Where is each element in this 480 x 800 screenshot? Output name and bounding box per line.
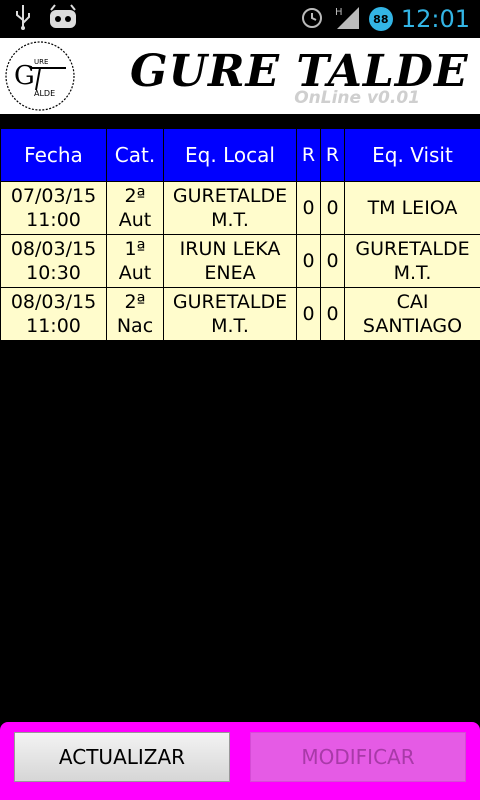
usb-icon [14,4,32,34]
svg-text:G: G [14,61,35,91]
date-cell: 07/03/15 11:00 [0,181,107,235]
table-row[interactable]: 08/03/15 11:00 2ª Nac GURETALDE M.T. 0 0 CA… [0,287,480,341]
signal-icon: H [333,4,361,34]
category-cell: 2ª Aut [106,181,164,235]
away-team-cell: CAI SANTIAGO [344,287,480,341]
update-button[interactable]: ACTUALIZAR [14,732,230,782]
away-result-cell: 0 [320,287,345,341]
app-header: G ALDE URE GURE TALDE OnLine v0.01 [0,38,480,114]
table-header-row: Fecha Cat. Eq. Local R R Eq. Visit [0,128,480,182]
clock: 12:01 [400,5,470,33]
column-header-home-team: Eq. Local [163,128,297,182]
android-icon [48,4,78,34]
date-cell: 08/03/15 11:00 [0,287,107,341]
svg-text:H: H [335,7,343,18]
home-result-cell: 0 [296,287,321,341]
column-header-category: Cat. [106,128,164,182]
svg-text:ALDE: ALDE [34,89,55,98]
away-team-cell: GURETALDE M.T. [344,234,480,288]
home-result-cell: 0 [296,181,321,235]
category-cell: 2ª Nac [106,287,164,341]
away-result-cell: 0 [320,234,345,288]
category-cell: 1ª Aut [106,234,164,288]
battery-icon: 88 [368,7,393,31]
home-team-cell: IRUN LEKA ENEA [163,234,297,288]
away-result-cell: 0 [320,181,345,235]
column-header-home-result: R [296,128,321,182]
bottom-action-bar: ACTUALIZAR MODIFICAR [0,722,480,800]
column-header-away-result: R [320,128,345,182]
column-header-away-team: Eq. Visit [344,128,480,182]
date-cell: 08/03/15 10:30 [0,234,107,288]
column-header-date: Fecha [0,128,107,182]
away-team-cell: TM LEIOA [344,181,480,235]
team-logo: G ALDE URE [4,40,76,112]
home-result-cell: 0 [296,234,321,288]
svg-text:URE: URE [34,58,48,66]
home-team-cell: GURETALDE M.T. [163,181,297,235]
table-row[interactable]: 07/03/15 11:00 2ª Aut GURETALDE M.T. 0 0 TM… [0,181,480,235]
modify-button[interactable]: MODIFICAR [250,732,466,782]
table-row[interactable]: 08/03/15 10:30 1ª Aut IRUN LEKA ENEA 0 0 GU… [0,234,480,288]
alarm-icon [299,4,325,34]
matches-table: Fecha Cat. Eq. Local R R Eq. Visit 07/03… [0,128,480,341]
app-version: OnLine v0.01 [294,88,420,108]
status-bar: H 88 12:01 [0,0,480,38]
home-team-cell: GURETALDE M.T. [163,287,297,341]
